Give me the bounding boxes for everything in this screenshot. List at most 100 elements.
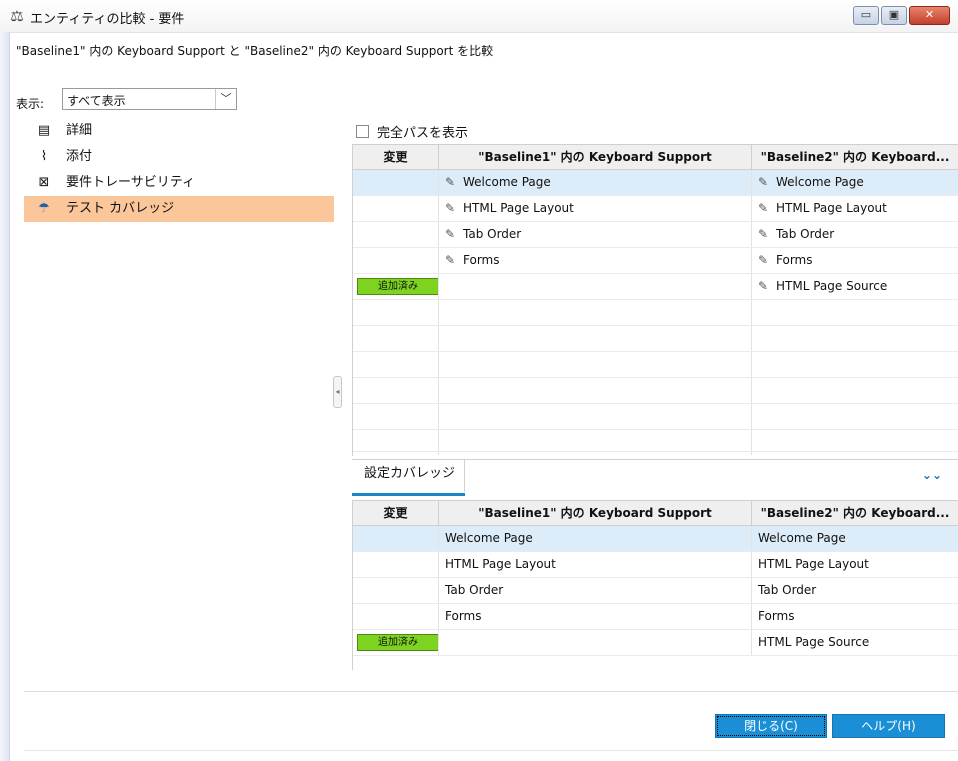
table-row[interactable]: Forms Forms: [353, 604, 958, 630]
paperclip-icon: ⌇: [40, 149, 48, 164]
table-row[interactable]: ✎ Welcome Page ✎ Welcome Page: [353, 170, 958, 196]
requirement-icon: ✎: [758, 253, 769, 267]
column-header-baseline2[interactable]: "Baseline2" 内の Keyboard...: [752, 145, 958, 170]
help-button[interactable]: ヘルプ(H): [832, 714, 945, 738]
column-header-baseline2[interactable]: "Baseline2" 内の Keyboard...: [752, 501, 958, 526]
change-cell: [353, 604, 439, 629]
nav-item-test-coverage[interactable]: ☂ テスト カバレッジ: [24, 196, 334, 222]
table-row[interactable]: ✎ Forms ✎ Forms: [353, 248, 958, 274]
column-header-change[interactable]: 変更: [353, 145, 439, 170]
change-cell: [353, 170, 439, 195]
empty-row: [353, 430, 958, 455]
coverage-grid-bottom: 変更 "Baseline1" 内の Keyboard Support "Base…: [352, 500, 958, 670]
details-icon: ▤: [37, 123, 51, 138]
empty-row: [353, 326, 958, 352]
baseline1-cell: Tab Order: [439, 578, 752, 603]
baseline1-cell: HTML Page Layout: [439, 552, 752, 577]
cell-text: Welcome Page: [776, 175, 864, 189]
baseline2-cell: Tab Order: [752, 578, 958, 603]
grid-header: 変更 "Baseline1" 内の Keyboard Support "Base…: [353, 500, 958, 526]
cell-text: Welcome Page: [463, 175, 551, 189]
table-row[interactable]: ✎ HTML Page Layout ✎ HTML Page Layout: [353, 196, 958, 222]
empty-row: [353, 378, 958, 404]
baseline2-cell: HTML Page Source: [752, 630, 958, 655]
column-header-baseline1[interactable]: "Baseline1" 内の Keyboard Support: [439, 501, 752, 526]
baseline2-cell: ✎ Forms: [752, 248, 958, 273]
nav-item-attachments[interactable]: ⌇ 添付: [24, 144, 334, 170]
filter-label: 表示:: [16, 97, 45, 111]
chevron-down-icon[interactable]: ﹀: [215, 89, 236, 109]
table-row[interactable]: ✎ Tab Order ✎ Tab Order: [353, 222, 958, 248]
requirement-icon: ✎: [758, 279, 769, 293]
filter-value: すべて表示: [67, 94, 126, 108]
requirement-icon: ✎: [445, 227, 456, 241]
window-title: エンティティの比較 - 要件: [30, 12, 185, 27]
column-header-change[interactable]: 変更: [353, 501, 439, 526]
baseline2-cell: ✎ Welcome Page: [752, 170, 958, 195]
close-button[interactable]: 閉じる(C): [715, 714, 827, 738]
splitter-handle[interactable]: ◂: [333, 376, 342, 408]
minimize-button[interactable]: ▭: [853, 6, 879, 25]
nav-item-label: 詳細: [66, 123, 93, 138]
requirement-icon: ✎: [758, 175, 769, 189]
coverage-grid-top: 変更 "Baseline1" 内の Keyboard Support "Base…: [352, 144, 958, 456]
baseline1-cell: [439, 274, 752, 299]
cell-text: HTML Page Layout: [776, 201, 887, 215]
filter-dropdown[interactable]: すべて表示 ﹀: [62, 88, 237, 110]
requirement-icon: ✎: [445, 175, 456, 189]
scales-icon: ⚖: [10, 7, 24, 25]
requirement-icon: ✎: [758, 227, 769, 241]
tab-set-coverage[interactable]: 設定カバレッジ: [352, 460, 465, 492]
table-row[interactable]: HTML Page Layout HTML Page Layout: [353, 552, 958, 578]
change-cell: 追加済み: [353, 274, 439, 299]
cell-text: Tab Order: [463, 227, 522, 241]
change-cell: [353, 222, 439, 247]
requirement-icon: ✎: [445, 253, 456, 267]
umbrella-icon: ☂: [38, 201, 50, 216]
compare-entities-dialog: ⚖ エンティティの比較 - 要件 ▭ ▣ ✕ "Baseline1" 内の Ke…: [0, 0, 958, 761]
change-cell: [353, 526, 439, 551]
nav-item-details[interactable]: ▤ 詳細: [24, 118, 334, 144]
baseline1-cell: [439, 630, 752, 655]
nav-item-label: 添付: [66, 149, 93, 164]
table-row[interactable]: 追加済み HTML Page Source: [353, 630, 958, 656]
close-window-button[interactable]: ✕: [909, 6, 950, 25]
baseline1-cell: ✎ HTML Page Layout: [439, 196, 752, 221]
empty-row: [353, 352, 958, 378]
change-cell: 追加済み: [353, 630, 439, 655]
collapse-icon[interactable]: ⌄⌄: [922, 468, 942, 482]
left-nav: ▤ 詳細 ⌇ 添付 ⊠ 要件トレーサビリティ ☂ テスト カバレッジ: [24, 118, 334, 222]
show-full-path-checkbox[interactable]: 完全パスを表示: [356, 122, 468, 141]
change-cell: [353, 578, 439, 603]
requirement-icon: ✎: [758, 201, 769, 215]
empty-row: [353, 404, 958, 430]
baseline2-cell: HTML Page Layout: [752, 552, 958, 577]
status-divider: [24, 750, 958, 751]
change-cell: [353, 248, 439, 273]
baseline2-cell: ✎ Tab Order: [752, 222, 958, 247]
cell-text: HTML Page Layout: [463, 201, 574, 215]
baseline1-cell: ✎ Tab Order: [439, 222, 752, 247]
traceability-icon: ⊠: [38, 175, 50, 190]
baseline1-cell: Forms: [439, 604, 752, 629]
change-cell: [353, 552, 439, 577]
table-row[interactable]: 追加済み ✎ HTML Page Source: [353, 274, 958, 300]
baseline1-cell: ✎ Welcome Page: [439, 170, 752, 195]
baseline1-cell: Welcome Page: [439, 526, 752, 551]
checkbox[interactable]: [356, 125, 369, 138]
nav-item-label: テスト カバレッジ: [66, 201, 175, 216]
column-header-baseline1[interactable]: "Baseline1" 内の Keyboard Support: [439, 145, 752, 170]
baseline2-cell: Welcome Page: [752, 526, 958, 551]
comparison-description: "Baseline1" 内の Keyboard Support と "Basel…: [16, 44, 494, 58]
change-cell: [353, 196, 439, 221]
table-row[interactable]: Welcome Page Welcome Page: [353, 526, 958, 552]
grid-header: 変更 "Baseline1" 内の Keyboard Support "Base…: [353, 144, 958, 170]
nav-item-traceability[interactable]: ⊠ 要件トレーサビリティ: [24, 170, 334, 196]
cell-text: Forms: [776, 253, 813, 267]
maximize-button[interactable]: ▣: [881, 6, 907, 25]
table-row[interactable]: Tab Order Tab Order: [353, 578, 958, 604]
cell-text: HTML Page Source: [776, 279, 888, 293]
added-badge: 追加済み: [357, 634, 438, 651]
empty-row: [353, 300, 958, 326]
added-badge: 追加済み: [357, 278, 438, 295]
